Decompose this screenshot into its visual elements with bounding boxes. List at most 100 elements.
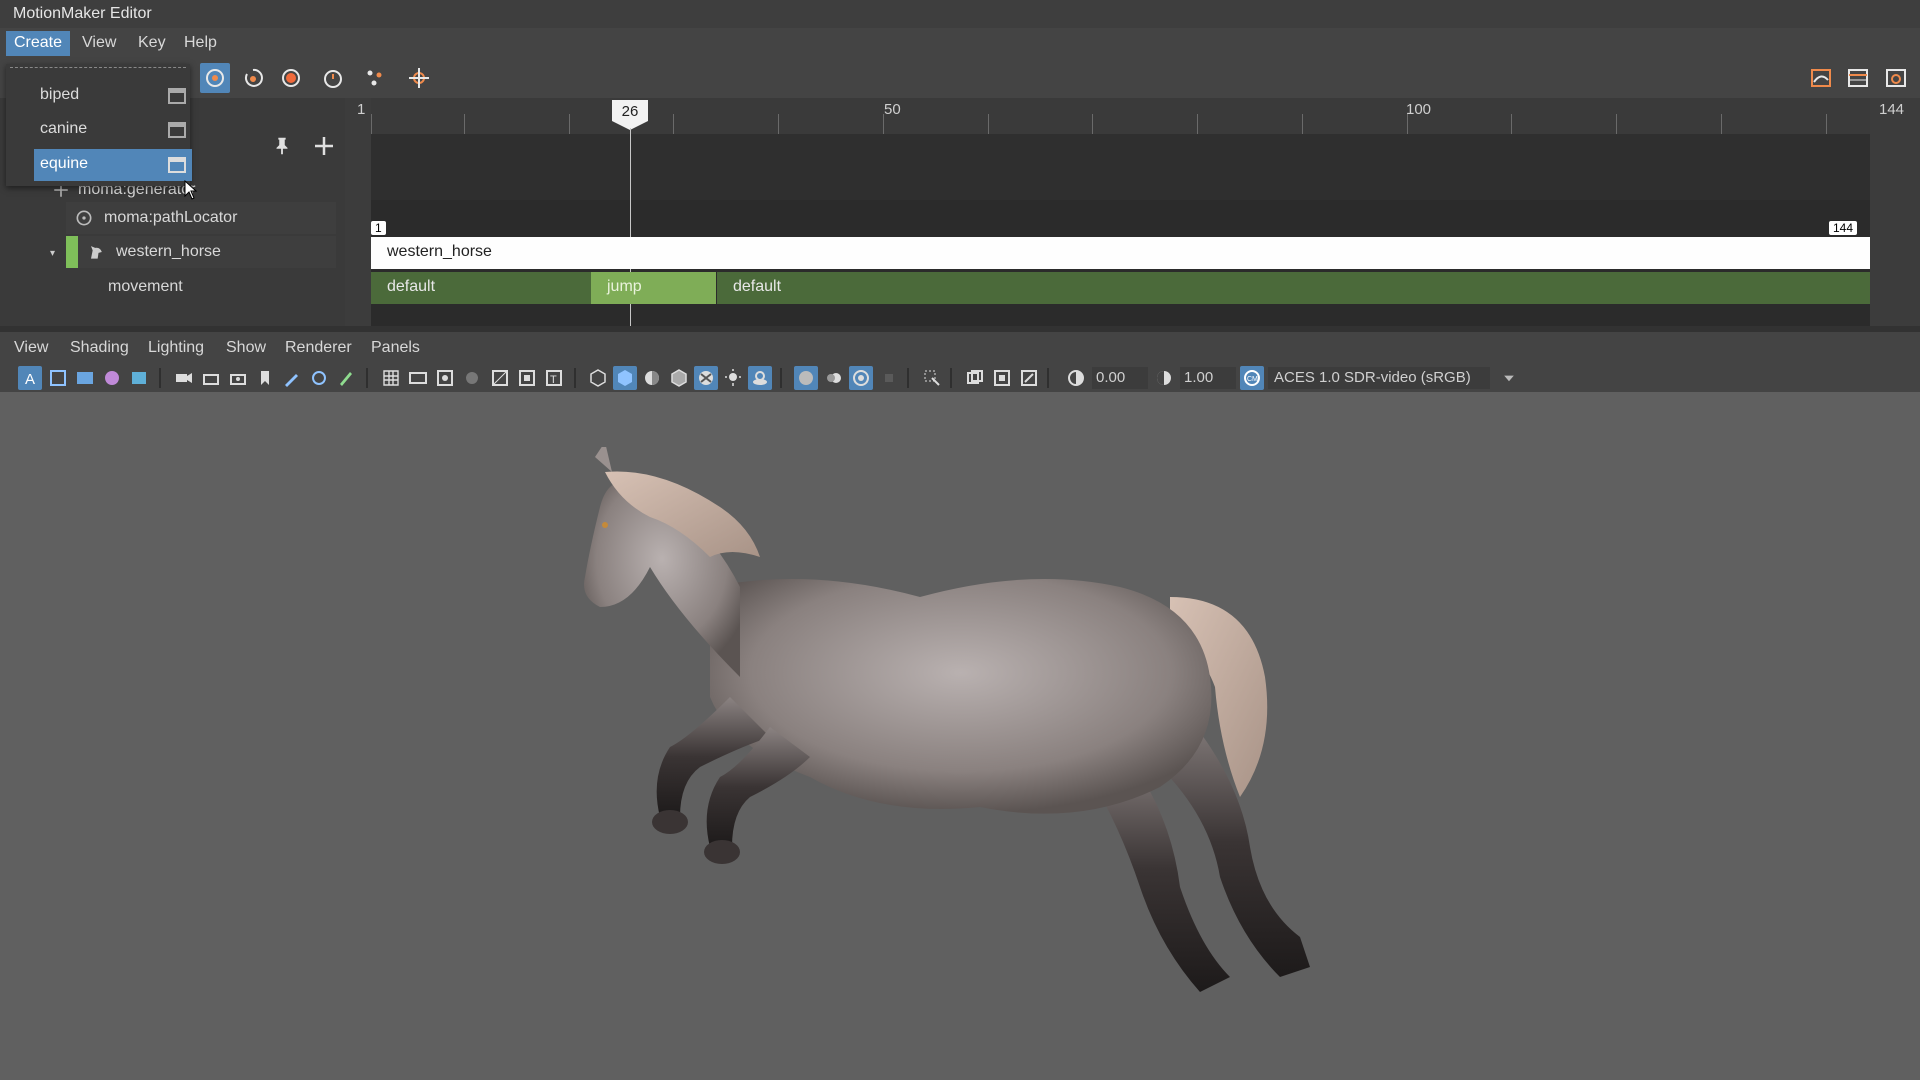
western-horse-label: western_horse [116,243,221,260]
tick-label-start: 1 [357,101,366,118]
generator-tool-icon[interactable] [200,63,230,93]
lights-icon[interactable] [721,366,745,390]
path-icon[interactable] [404,63,434,93]
snap-icon[interactable] [307,366,331,390]
anti-aliasing-icon[interactable] [849,366,873,390]
shadows-icon[interactable] [748,366,772,390]
xray-icon[interactable] [963,366,987,390]
dope-sheet-icon[interactable] [1843,63,1873,93]
outliner-item-western-horse[interactable]: western_horse [66,236,336,268]
range-start-handle[interactable]: 1 [371,221,386,235]
outliner-item-movement[interactable]: movement [108,271,338,303]
vp-menu-renderer[interactable]: Renderer [285,339,352,357]
tear-off-handle[interactable] [10,67,186,70]
tick-label-end: 144 [1879,101,1905,118]
exposure-field[interactable]: 0.00 [1092,367,1148,389]
track-upper [371,134,1870,200]
settings-window-icon[interactable] [1881,63,1911,93]
shading-ball-icon[interactable] [100,366,124,390]
textured-icon[interactable] [694,366,718,390]
movement-clip-default-2[interactable]: default [717,272,1870,304]
bookmark-icon[interactable] [253,366,277,390]
scatter-icon[interactable] [360,63,390,93]
vp-menu-shading[interactable]: Shading [70,339,129,357]
3d-viewport[interactable] [0,392,1920,1080]
vp-menu-view[interactable]: View [14,339,48,357]
vp-menu-show[interactable]: Show [226,339,266,357]
svg-text:T: T [550,374,557,386]
app-title: MotionMaker Editor [13,5,152,22]
movement-clip-jump[interactable]: jump [591,272,716,304]
color-space-dropdown[interactable]: ACES 1.0 SDR-video (sRGB) [1268,367,1490,389]
option-box-icon[interactable] [168,88,186,104]
mouse-cursor-icon [184,180,198,200]
xray-joints-icon[interactable] [990,366,1014,390]
movement-label: movement [108,278,183,295]
outliner-item-path-locator[interactable]: moma:pathLocator [66,202,336,234]
frame-icon[interactable] [46,366,70,390]
wireframe-icon[interactable] [586,366,610,390]
dropdown-item-equine[interactable]: equine [34,149,192,181]
timeline-left-margin [345,98,371,326]
safe-action-icon[interactable] [515,366,539,390]
timeline-right-margin [1870,98,1920,326]
graph-editor-icon[interactable] [1806,63,1836,93]
title-bar: MotionMaker Editor [0,0,1920,28]
tick-label-50: 50 [884,101,901,118]
option-box-icon[interactable] [168,157,186,173]
locator-icon [76,210,92,226]
exposure-icon[interactable] [1064,366,1088,390]
wireframe-on-shaded-icon[interactable] [667,366,691,390]
menu-view[interactable]: View [74,31,124,56]
smooth-shade-icon[interactable] [613,366,637,390]
menu-help[interactable]: Help [176,31,225,56]
option-box-icon[interactable] [168,122,186,138]
vp-menu-lighting[interactable]: Lighting [148,339,204,357]
character-color-swatch [66,236,78,268]
safe-title-icon[interactable]: T [542,366,566,390]
camera-attributes-icon[interactable] [226,366,250,390]
image-plane-icon[interactable] [127,366,151,390]
chevron-down-icon[interactable] [1498,367,1520,389]
record-icon[interactable] [276,63,306,93]
range-end-handle[interactable]: 144 [1829,221,1858,235]
color-management-icon[interactable]: CM [1240,366,1264,390]
timer-icon[interactable] [318,63,348,93]
grid-icon[interactable] [379,366,403,390]
ambient-occlusion-icon[interactable] [794,366,818,390]
menu-create[interactable]: Create [6,31,71,56]
gate-mask-icon[interactable] [460,366,484,390]
film-gate-icon[interactable] [73,366,97,390]
default-material-icon[interactable] [640,366,664,390]
movement-clip-default-1[interactable]: default [371,272,591,304]
vp-menu-panels[interactable]: Panels [371,339,420,357]
motion-blur-icon[interactable] [822,366,846,390]
resolution-gate-icon[interactable] [433,366,457,390]
select-camera-icon[interactable]: A [18,366,42,390]
camera-icon[interactable] [172,366,196,390]
pencil-icon[interactable] [334,366,358,390]
add-icon[interactable] [312,134,336,158]
western-horse-clip[interactable]: western_horse [371,237,1870,269]
xray-components-icon[interactable] [1017,366,1041,390]
dropdown-item-canine[interactable]: canine [34,114,192,146]
field-chart-icon[interactable] [488,366,512,390]
timeline-panel: 1 50 100 144 26 1 144 western_horse defa… [345,98,1920,326]
depth-of-field-icon[interactable] [877,366,901,390]
biped-label: biped [40,86,80,103]
isolate-select-icon[interactable] [920,366,944,390]
camera-lock-icon[interactable] [199,366,223,390]
rotate-tool-icon[interactable] [238,63,268,93]
gamma-field[interactable]: 1.00 [1180,367,1236,389]
menu-key[interactable]: Key [130,31,174,56]
pin-icon[interactable] [270,134,294,158]
expand-arrow-icon[interactable]: ▾ [50,248,55,259]
viewport-menu-bar: View Shading Lighting Show Renderer Pane… [0,332,1920,364]
dropdown-item-biped[interactable]: biped [34,80,192,112]
grease-pencil-icon[interactable] [280,366,304,390]
horse-model[interactable] [560,447,1340,1057]
film-strip-icon[interactable] [406,366,430,390]
time-ruler[interactable] [371,98,1870,134]
gamma-icon[interactable] [1152,366,1176,390]
equine-label: equine [40,155,89,172]
